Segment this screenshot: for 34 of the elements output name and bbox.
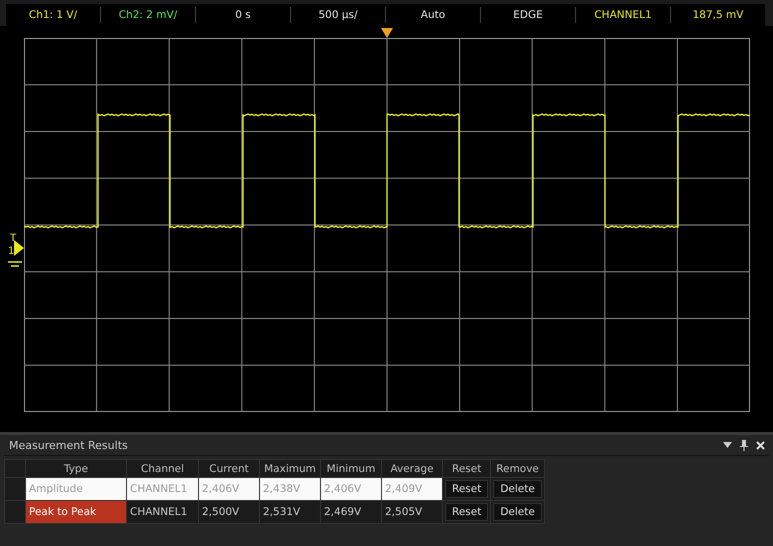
close-icon[interactable] [756, 440, 765, 450]
table-cell: 2,500V [198, 500, 260, 524]
column-header: Reset [442, 460, 491, 478]
table-cell: 2,505V [382, 500, 442, 524]
channel-label: 1 [8, 247, 14, 257]
pin-icon[interactable] [740, 440, 748, 450]
delete-button[interactable]: Delete [493, 480, 542, 498]
table-cell: 2,531V [260, 500, 320, 524]
table-cell: Amplitude [26, 478, 126, 500]
dropdown-icon[interactable] [723, 442, 732, 448]
ground-marker-icon [8, 261, 22, 267]
status-readout: CHANNEL1 [594, 9, 652, 21]
delete-button[interactable]: Delete [493, 503, 542, 521]
panel-title: Measurement Results [8, 438, 128, 452]
trigger-label: T [10, 234, 16, 244]
status-readout: 500 µs/ [318, 9, 358, 21]
status-readout: 187,5 mV [692, 9, 744, 21]
table-cell: Peak to Peak [26, 500, 126, 524]
table-cell: 2,409V [382, 478, 442, 500]
table-cell: 2,438V [260, 478, 320, 500]
table-cell: CHANNEL1 [126, 478, 198, 500]
column-header: Remove [490, 460, 544, 478]
status-readout: Ch2: 2 mV/ [118, 9, 178, 21]
status-readout: EDGE [513, 9, 543, 21]
status-readout: Auto [420, 9, 446, 21]
table-cell: 2,406V [198, 478, 260, 500]
table-cell: CHANNEL1 [126, 500, 198, 524]
reset-button[interactable]: Reset [445, 503, 488, 521]
status-readout: Ch1: 1 V/ [28, 9, 78, 21]
column-header: Type [26, 460, 126, 478]
table-cell: 2,406V [320, 478, 382, 500]
status-readout: 0 s [235, 9, 251, 21]
reset-button[interactable]: Reset [445, 480, 488, 498]
table-cell: 2,469V [320, 500, 382, 524]
